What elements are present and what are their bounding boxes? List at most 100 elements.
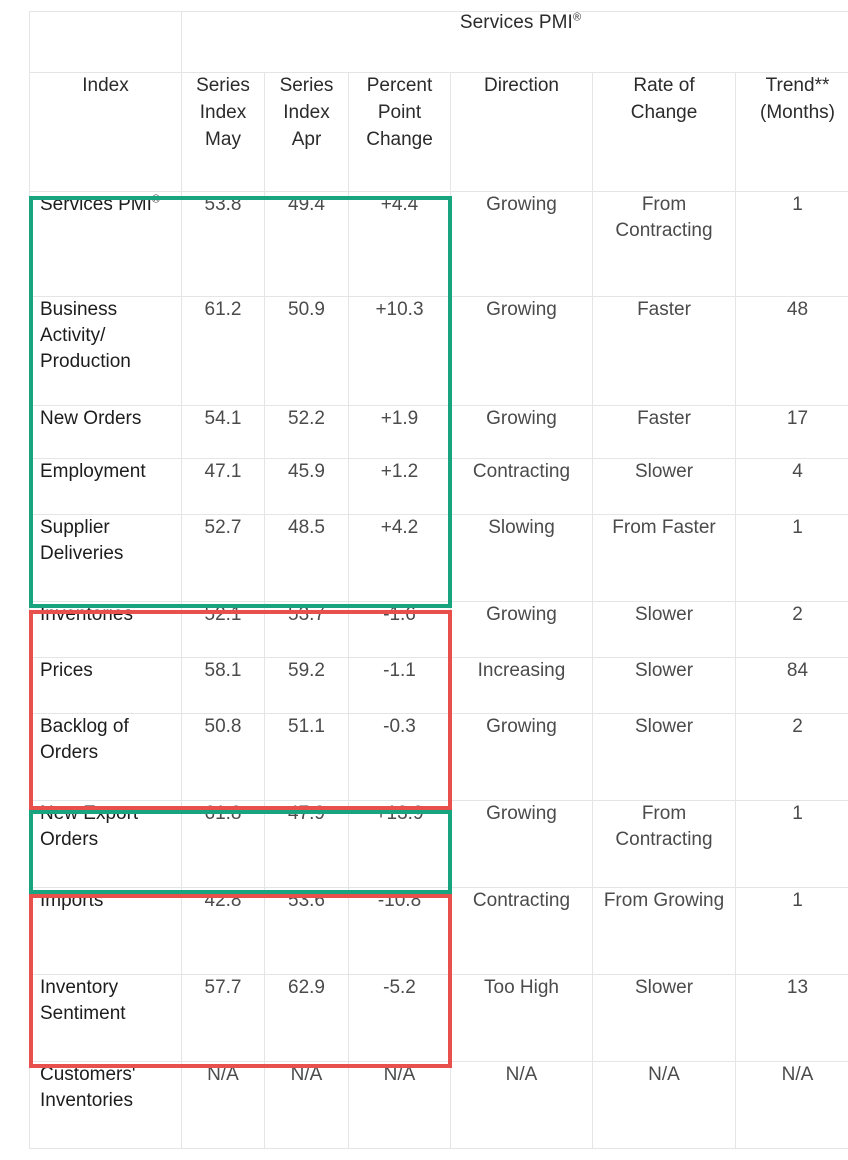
row-direction-value: Contracting [450, 887, 593, 975]
row-change-value: +1.2 [348, 458, 451, 515]
row-index-name: Supplier Deliveries [29, 514, 182, 602]
row-index-name: New Export Orders [29, 800, 182, 888]
row-trend-value: N/A [735, 1061, 848, 1149]
header-apr-line1: Series [279, 75, 334, 96]
table-row: Prices 58.1 59.2 -1.1 Increasing Slower … [29, 657, 848, 714]
row-may-value: 58.1 [181, 657, 265, 714]
row-apr-value: 51.1 [264, 713, 349, 801]
header-apr-line3: Apr [291, 128, 322, 150]
row-trend-value: 2 [735, 713, 848, 801]
row-index-name: Services PMI® [29, 191, 182, 297]
row-apr-value: 50.9 [264, 296, 349, 406]
row-change-value: -0.3 [348, 713, 451, 801]
row-direction-value: Growing [450, 800, 593, 888]
row-may-value: 47.1 [181, 458, 265, 515]
header-trend-months: Trend** (Months) [735, 72, 848, 192]
row-direction-value: Growing [450, 405, 593, 459]
row-trend-value: 1 [735, 887, 848, 975]
row-may-value: 61.8 [181, 800, 265, 888]
row-rate-value: From Growing [592, 887, 736, 975]
row-rate-value: From Contracting [592, 800, 736, 888]
row-change-value: +4.4 [348, 191, 451, 297]
row-may-value: 50.8 [181, 713, 265, 801]
table-row: Backlog of Orders 50.8 51.1 -0.3 Growing… [29, 713, 848, 801]
row-direction-value: Growing [450, 296, 593, 406]
header-series-index-may: Series Index May [181, 72, 265, 192]
pmi-table-page: Services PMI® Index Series Index May Ser… [0, 0, 848, 1160]
row-change-value: +10.3 [348, 296, 451, 406]
row-change-value: -1.1 [348, 657, 451, 714]
table-row: Imports 42.8 53.6 -10.8 Contracting From… [29, 887, 848, 975]
header-index-label: Index [82, 75, 129, 96]
row-rate-value: N/A [592, 1061, 736, 1149]
header-trend-line2: (Months) [760, 101, 835, 123]
header-change-line1: Percent [366, 75, 433, 96]
row-trend-value: 17 [735, 405, 848, 459]
table-title-cell: Services PMI® [181, 11, 848, 73]
row-change-value: -1.6 [348, 601, 451, 658]
row-direction-value: Too High [450, 974, 593, 1062]
header-rate-line1: Rate of [633, 75, 695, 96]
header-change-line2: Point [377, 101, 422, 123]
row-apr-value: 49.4 [264, 191, 349, 297]
table-row: Inventory Sentiment 57.7 62.9 -5.2 Too H… [29, 974, 848, 1062]
services-pmi-table: Services PMI® Index Series Index May Ser… [29, 11, 848, 1149]
row-may-value: 52.7 [181, 514, 265, 602]
row-apr-value: 62.9 [264, 974, 349, 1062]
table-row: Inventories 52.1 53.7 -1.6 Growing Slowe… [29, 601, 848, 658]
table-title-row: Services PMI® [29, 11, 848, 73]
header-may-line3: May [205, 128, 241, 150]
header-direction-label: Direction [484, 75, 559, 96]
row-trend-value: 84 [735, 657, 848, 714]
header-apr-line2: Index [283, 101, 330, 123]
header-may-line2: Index [199, 101, 247, 123]
row-may-value: 53.8 [181, 191, 265, 297]
row-rate-value: Slower [592, 601, 736, 658]
row-index-name: Inventories [29, 601, 182, 658]
row-rate-value: Faster [592, 296, 736, 406]
row-direction-value: N/A [450, 1061, 593, 1149]
row-change-value: -10.8 [348, 887, 451, 975]
row-apr-value: 45.9 [264, 458, 349, 515]
row-apr-value: 59.2 [264, 657, 349, 714]
row-rate-value: Slower [592, 974, 736, 1062]
header-may-line1: Series [196, 75, 250, 96]
row-change-value: +4.2 [348, 514, 451, 602]
row-apr-value: 48.5 [264, 514, 349, 602]
row-apr-value: 47.9 [264, 800, 349, 888]
table-title-text: Services PMI [459, 12, 573, 33]
row-index-name: New Orders [29, 405, 182, 459]
table-row: New Export Orders 61.8 47.9 +13.9 Growin… [29, 800, 848, 888]
row-trend-value: 4 [735, 458, 848, 515]
row-trend-value: 1 [735, 191, 848, 297]
header-trend-line1: Trend** [765, 75, 830, 96]
row-change-value: +13.9 [348, 800, 451, 888]
row-trend-value: 13 [735, 974, 848, 1062]
row-rate-value: From Faster [592, 514, 736, 602]
header-index: Index [29, 72, 182, 192]
title-registered-mark: ® [572, 11, 582, 24]
row-may-value: 54.1 [181, 405, 265, 459]
row-direction-value: Slowing [450, 514, 593, 602]
row-index-name: Backlog of Orders [29, 713, 182, 801]
row-rate-value: Faster [592, 405, 736, 459]
header-rate-of-change: Rate of Change [592, 72, 736, 192]
row-trend-value: 1 [735, 514, 848, 602]
row-trend-value: 1 [735, 800, 848, 888]
row-index-name: Business Activity/ Production [29, 296, 182, 406]
row-change-value: N/A [348, 1061, 451, 1149]
row-apr-value: N/A [264, 1061, 349, 1149]
row-direction-value: Growing [450, 601, 593, 658]
row-registered-mark: ® [151, 193, 161, 206]
table-row: Employment 47.1 45.9 +1.2 Contracting Sl… [29, 458, 848, 515]
row-may-value: 52.1 [181, 601, 265, 658]
row-rate-value: From Contracting [592, 191, 736, 297]
header-series-index-apr: Series Index Apr [264, 72, 349, 192]
row-apr-value: 52.2 [264, 405, 349, 459]
row-may-value: 42.8 [181, 887, 265, 975]
header-change-line3: Change [366, 128, 433, 150]
row-trend-value: 2 [735, 601, 848, 658]
row-change-value: +1.9 [348, 405, 451, 459]
row-may-value: N/A [181, 1061, 265, 1149]
row-direction-value: Contracting [450, 458, 593, 515]
